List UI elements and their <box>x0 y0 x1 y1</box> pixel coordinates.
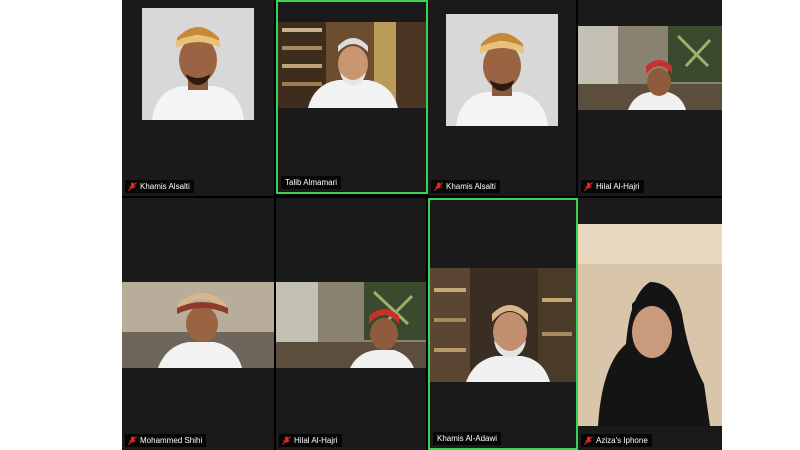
mic-muted-icon <box>584 436 593 445</box>
participant-tile[interactable]: Aziza's Iphone <box>578 198 722 450</box>
participant-video <box>446 14 558 126</box>
participant-tile[interactable]: Khamis Alsalti <box>122 0 274 196</box>
participant-tile[interactable]: Hilal Al-Hajri <box>578 0 722 196</box>
participant-nameplate: Hilal Al-Hajri <box>279 434 342 447</box>
participant-name: Mohammed Shihi <box>140 436 203 445</box>
mic-muted-icon <box>282 436 291 445</box>
participant-video <box>142 8 254 120</box>
participant-nameplate: Hilal Al-Hajri <box>581 180 644 193</box>
mic-muted-icon <box>434 182 443 191</box>
mic-muted-icon <box>128 182 137 191</box>
participant-tile[interactable]: Khamis Alsalti <box>428 0 576 196</box>
participant-name: Talib Almamari <box>285 178 338 187</box>
participant-nameplate: Talib Almamari <box>281 176 342 189</box>
mic-muted-icon <box>128 436 137 445</box>
participant-name: Hilal Al-Hajri <box>596 182 640 191</box>
participant-video <box>278 22 426 108</box>
participant-nameplate: Khamis Al-Adawi <box>433 432 502 445</box>
participant-nameplate: Khamis Alsalti <box>125 180 194 193</box>
participant-tile[interactable]: Mohammed Shihi <box>122 198 274 450</box>
participant-video <box>578 26 722 110</box>
participant-video <box>430 268 576 382</box>
participant-tile-active-speaker[interactable]: Khamis Al-Adawi <box>428 198 578 450</box>
video-grid: Khamis Alsalti Talib Almamari Khamis Als… <box>122 0 722 450</box>
participant-tile[interactable]: Hilal Al-Hajri <box>276 198 426 450</box>
participant-name: Aziza's Iphone <box>596 436 648 445</box>
participant-tile-active-speaker[interactable]: Talib Almamari <box>276 0 428 194</box>
participant-name: Hilal Al-Hajri <box>294 436 338 445</box>
participant-nameplate: Aziza's Iphone <box>581 434 652 447</box>
participant-name: Khamis Alsalti <box>140 182 190 191</box>
participant-name: Khamis Al-Adawi <box>437 434 498 443</box>
participant-video <box>122 282 274 368</box>
participant-video <box>578 224 722 426</box>
participant-name: Khamis Alsalti <box>446 182 496 191</box>
participant-nameplate: Khamis Alsalti <box>431 180 500 193</box>
participant-nameplate: Mohammed Shihi <box>125 434 207 447</box>
participant-video <box>276 282 426 368</box>
mic-muted-icon <box>584 182 593 191</box>
